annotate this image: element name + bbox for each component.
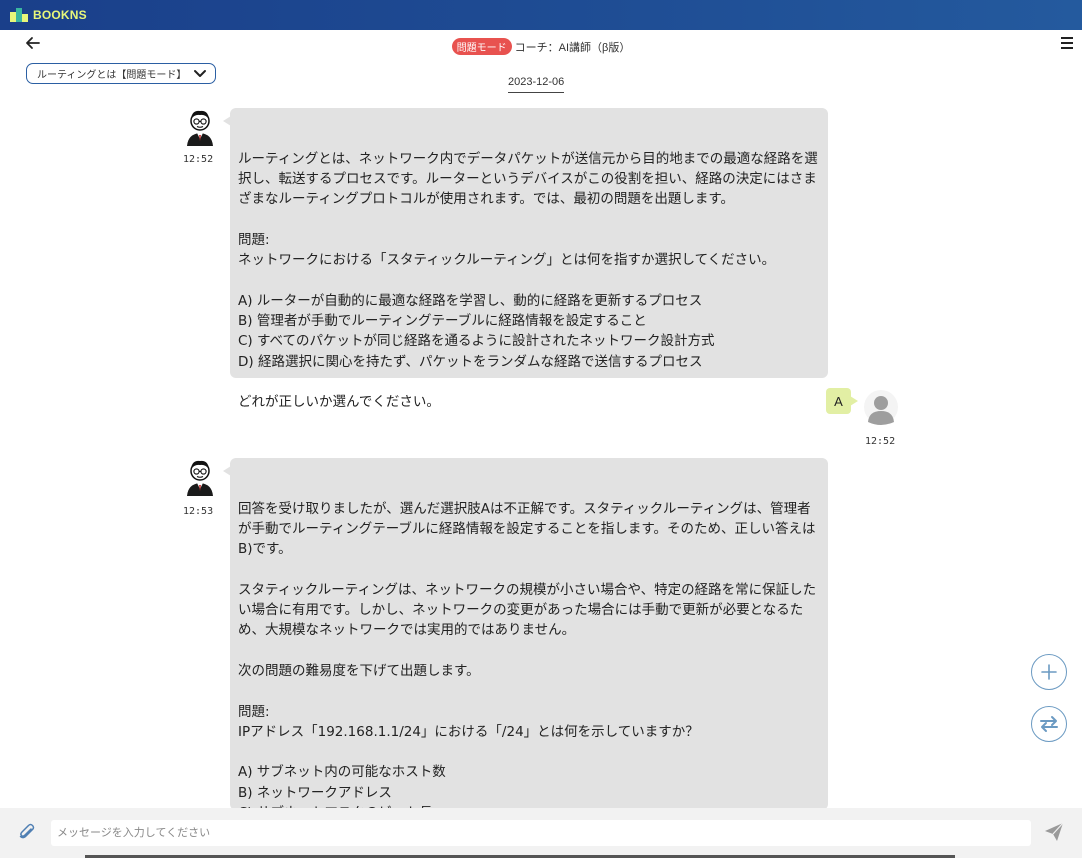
ai-message-text: 回答を受け取りましたが、選んだ選択肢Aは不正解です。スタティックルーティングは、…: [238, 499, 820, 844]
menu-button[interactable]: [1060, 35, 1074, 51]
chat-title: 問題モード コーチ：AI講師（β版）: [0, 38, 1082, 55]
swap-arrows-icon: [1040, 716, 1058, 732]
coach-title: コーチ：AI講師（β版）: [514, 42, 631, 54]
message-line: A) サブネット内の可能なホスト数: [238, 764, 446, 781]
message-line: どれが正しいか選んでください。: [238, 394, 440, 411]
message-line: 次の問題の難易度を下げて出題します。: [238, 662, 480, 679]
ai-coach-avatar: [183, 108, 217, 146]
message-input[interactable]: [51, 820, 1031, 846]
message-line: D) 経路選択に関心を持たず、パケットをランダムな経路で送信するプロセス: [238, 353, 703, 370]
hamburger-menu-icon: [1061, 37, 1073, 49]
switch-mode-button[interactable]: [1031, 706, 1067, 742]
user-message-text: A: [834, 393, 843, 409]
message-time: 12:52: [183, 154, 214, 165]
user-avatar-icon: [864, 390, 898, 425]
message-line: [238, 209, 820, 229]
add-button[interactable]: [1031, 654, 1067, 690]
brand[interactable]: BOOKNS: [10, 8, 87, 22]
message-line: ざまなルーティングプロトコルが使用されます。では、最初の問題を出題します。: [238, 191, 734, 208]
message-line: [238, 372, 820, 392]
message-line: B) ネットワークアドレス: [238, 784, 392, 801]
chevron-down-icon: [194, 69, 206, 77]
message-line: [238, 742, 820, 762]
plus-icon: [1041, 664, 1057, 680]
paperclip-icon: [19, 823, 35, 839]
message-line: 択し、転送するプロセスです。ルーターというデバイスがこの役割を担い、経路の決定に…: [238, 170, 817, 187]
teacher-avatar-icon: [187, 460, 213, 496]
brand-logo-icon: [10, 8, 30, 22]
topic-select-value: ルーティングとは【問題モード】: [37, 70, 187, 81]
message-line: IPアドレス「192.168.1.1/24」における「/24」とは何を示していま…: [238, 723, 699, 740]
send-button[interactable]: [1043, 821, 1065, 843]
ai-message-text: ルーティングとは、ネットワーク内でデータパケットが送信元から目的地までの最適な経…: [238, 149, 820, 413]
message-composer: [0, 808, 1082, 858]
message-line: め、大規模なネットワークでは実用的ではありません。: [238, 622, 576, 639]
message-time: 12:52: [865, 436, 896, 447]
ai-message-bubble: 回答を受け取りましたが、選んだ選択肢Aは不正解です。スタティックルーティングは、…: [223, 458, 828, 841]
message-line: [238, 641, 820, 661]
user-message-bubble: A: [826, 388, 858, 414]
chat-header: 問題モード コーチ：AI講師（β版）: [0, 30, 1082, 60]
message-line: 回答を受け取りましたが、選んだ選択肢Aは不正解です。スタティックルーティングは、…: [238, 500, 811, 517]
message-line: C) すべてのパケットが同じ経路を通るように設計されたネットワーク設計方式: [238, 333, 715, 350]
message-line: [238, 559, 820, 579]
message-line: B) 管理者が手動でルーティングテーブルに経路情報を設定すること: [238, 312, 647, 329]
message-line: ルーティングとは、ネットワーク内でデータパケットが送信元から目的地までの最適な経…: [238, 150, 818, 167]
message-line: B)です。: [238, 541, 292, 558]
topic-select[interactable]: ルーティングとは【問題モード】: [26, 63, 216, 84]
message-line: [238, 681, 820, 701]
message-line: 問題:: [238, 703, 270, 720]
message-line: [238, 270, 820, 290]
user-avatar: [864, 390, 898, 428]
top-bar: BOOKNS: [0, 0, 1082, 30]
mode-badge: 問題モード: [451, 38, 512, 55]
teacher-avatar-icon: [187, 110, 213, 146]
message-line: い場合に有用です。しかし、ネットワークの変更があった場合には手動で更新が必要とな…: [238, 602, 804, 619]
message-line: スタティックルーティングは、ネットワークの規模が小さい場合や、特定の経路を常に保…: [238, 581, 817, 598]
paper-plane-icon: [1045, 822, 1064, 841]
ai-message-bubble: ルーティングとは、ネットワーク内でデータパケットが送信元から目的地までの最適な経…: [223, 108, 828, 410]
ai-coach-avatar: [183, 458, 217, 496]
message-time: 12:53: [183, 506, 214, 517]
message-line: が手動でルーティングテーブルに経路情報を設定することを指します。そのため、正しい…: [238, 520, 816, 537]
message-line: A) ルーターが自動的に最適な経路を学習し、動的に経路を更新するプロセス: [238, 292, 703, 309]
brand-name: BOOKNS: [33, 8, 87, 22]
message-line: 問題:: [238, 231, 270, 248]
attach-button[interactable]: [17, 822, 37, 842]
date-divider: 2023-12-06: [508, 76, 565, 93]
message-line: ネットワークにおける「スタティックルーティング」とは何を指すか選択してください。: [238, 252, 776, 269]
